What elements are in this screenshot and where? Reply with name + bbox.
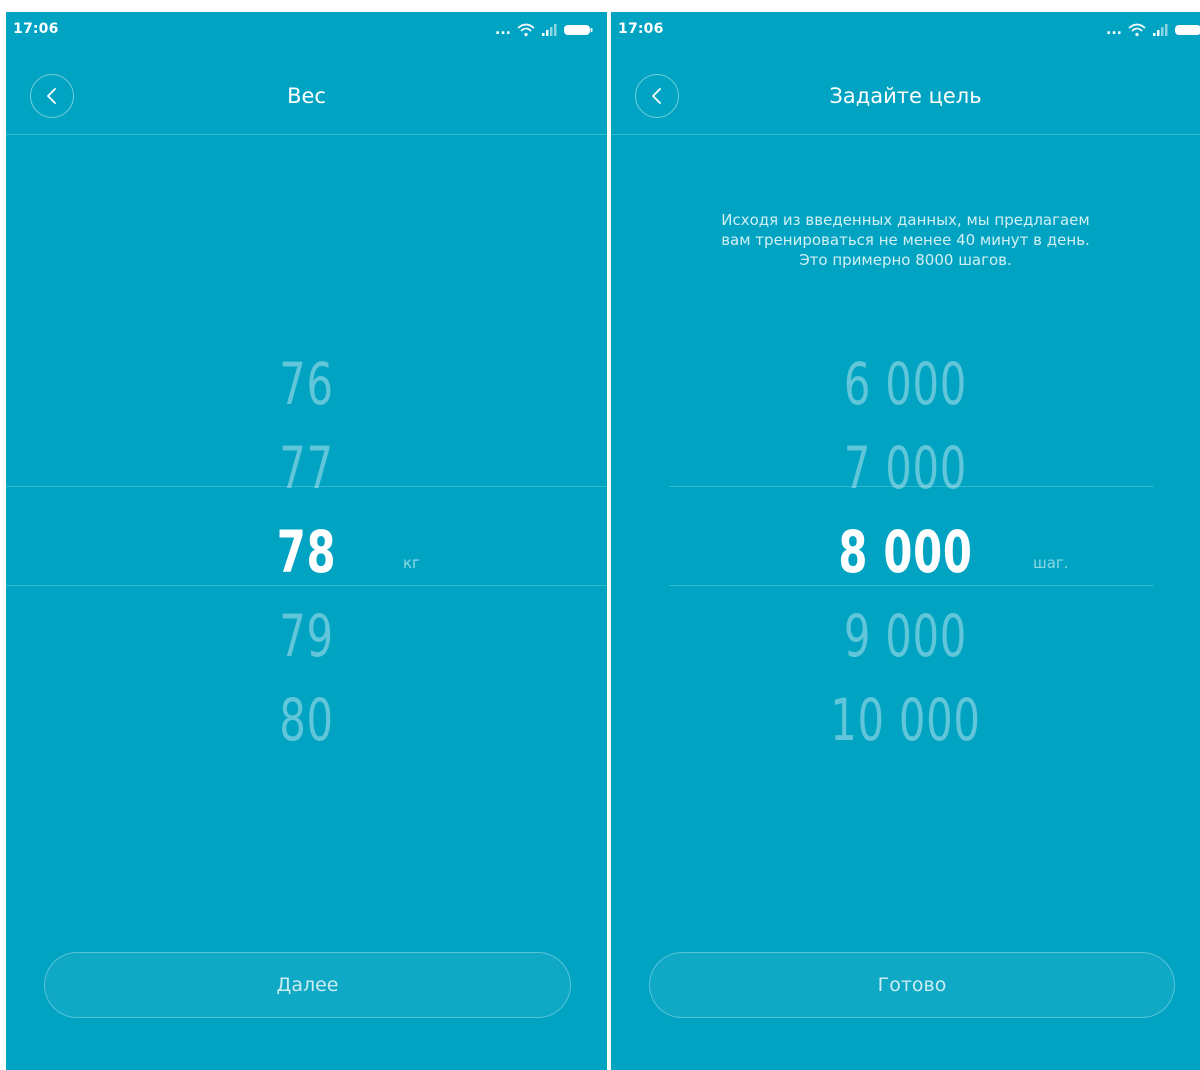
battery-icon [1175, 25, 1200, 35]
wifi-icon [1128, 23, 1146, 37]
picker-value[interactable]: 6 000 [693, 342, 1117, 426]
app-header: Вес [6, 46, 607, 135]
page-title: Задайте цель [829, 84, 982, 108]
picker-value[interactable]: 77 [90, 426, 523, 510]
signal-icon [1153, 24, 1168, 36]
picker-value[interactable]: 79 [90, 594, 523, 678]
battery-icon [564, 25, 593, 35]
picker-selection-line-bottom [6, 585, 607, 586]
picker-selected-value[interactable]: 8 000 [693, 510, 1117, 594]
status-bar: 17:06 ... [611, 12, 1200, 46]
app-header: Задайте цель [611, 46, 1200, 135]
page-title: Вес [287, 84, 326, 108]
picker-selected-value[interactable]: 78 [90, 510, 523, 594]
picker-selection-line-top [669, 486, 1154, 487]
picker-value[interactable]: 80 [90, 678, 523, 762]
status-time: 17:06 [13, 21, 59, 37]
status-bar: 17:06 ... [6, 12, 607, 46]
signal-icon [542, 24, 557, 36]
weight-picker[interactable]: 76 77 78 79 80 кг [6, 342, 607, 762]
picker-selection-line-top [6, 486, 607, 487]
picker-value[interactable]: 9 000 [693, 594, 1117, 678]
done-button[interactable]: Готово [649, 952, 1175, 1018]
more-dots-icon: ... [1106, 22, 1122, 38]
wifi-icon [517, 23, 535, 37]
recommendation-line: Это примерно 8000 шагов. [799, 251, 1012, 269]
steps-goal-picker[interactable]: 6 000 7 000 8 000 9 000 10 000 шаг. [611, 342, 1200, 762]
recommendation-line: Исходя из введенных данных, мы предлагае… [721, 211, 1090, 229]
recommendation-line: вам тренироваться не менее 40 минут в де… [721, 231, 1090, 249]
status-time: 17:06 [618, 21, 664, 37]
picker-unit-label: кг [403, 554, 420, 572]
picker-value[interactable]: 7 000 [693, 426, 1117, 510]
picker-value[interactable]: 10 000 [693, 678, 1117, 762]
picker-value[interactable]: 76 [90, 342, 523, 426]
next-button[interactable]: Далее [44, 952, 571, 1018]
picker-unit-label: шаг. [1033, 554, 1069, 572]
screenshot-canvas: 17:06 ... Вес 76 77 78 79 80 кг Далее 17… [0, 0, 1200, 1070]
more-dots-icon: ... [495, 22, 511, 38]
status-icons: ... [1106, 22, 1200, 38]
goal-screen: 17:06 ... Задайте цель Исходя из введенн… [611, 12, 1200, 1070]
weight-screen: 17:06 ... Вес 76 77 78 79 80 кг Далее [6, 12, 607, 1070]
recommendation-text: Исходя из введенных данных, мы предлагае… [661, 210, 1150, 270]
picker-selection-line-bottom [669, 585, 1154, 586]
status-icons: ... [495, 22, 593, 38]
